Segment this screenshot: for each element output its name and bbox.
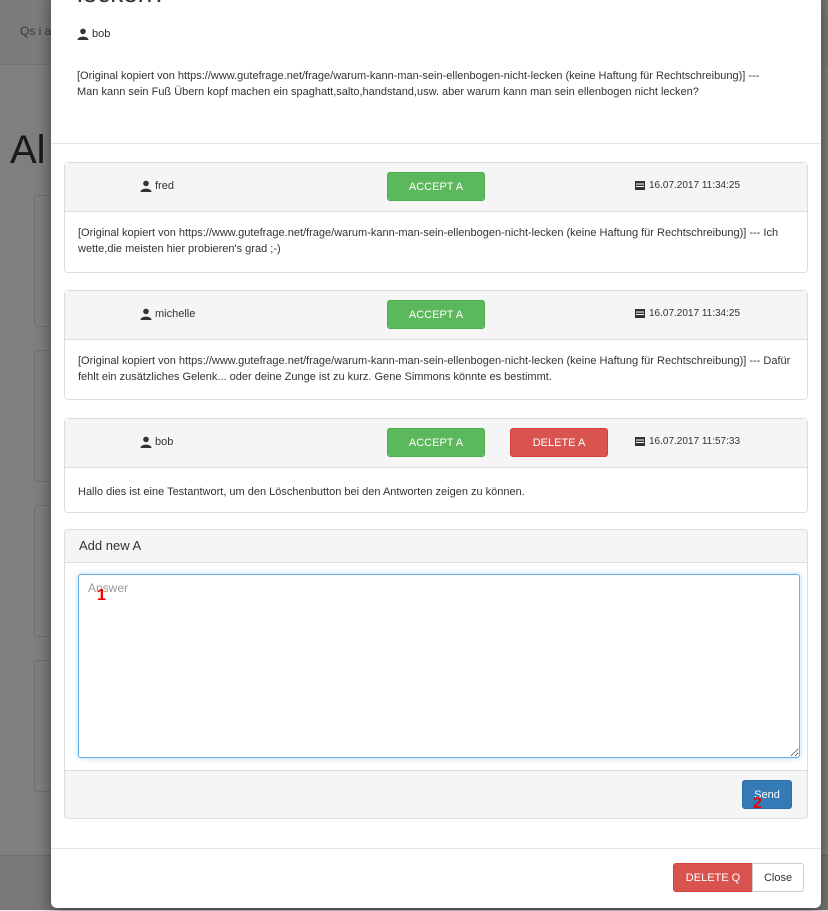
answer-date: 16.07.2017 11:34:25	[635, 180, 740, 191]
answer-header: fred ACCEPT A 16.07.2017 11:34:25	[65, 163, 807, 212]
question-author-name: bob	[92, 28, 111, 40]
modal-footer-divider	[51, 848, 821, 849]
answer-date-text: 16.07.2017 11:34:25	[649, 308, 741, 319]
accept-answer-button[interactable]: ACCEPT A	[387, 172, 485, 201]
annotation-marker-2: 2	[753, 795, 762, 812]
answer-author-name: michelle	[155, 308, 196, 320]
accept-answer-button[interactable]: ACCEPT A	[387, 300, 485, 329]
add-answer-heading: Add new A	[65, 530, 807, 563]
add-answer-footer: Send 2	[65, 770, 807, 818]
modal-divider	[51, 143, 821, 144]
close-button[interactable]: Close	[752, 863, 804, 892]
answer-date-text: 16.07.2017 11:34:25	[649, 180, 741, 191]
answer-date: 16.07.2017 11:57:33	[635, 436, 740, 447]
delete-answer-button[interactable]: DELETE A	[510, 428, 608, 457]
question-modal: lecken? bob [Original kopiert von https:…	[51, 0, 821, 908]
answer-header: michelle ACCEPT A 16.07.2017 11:34:25	[65, 291, 807, 340]
add-answer-panel: Add new A 1 Send 2	[64, 529, 808, 819]
accept-answer-button[interactable]: ACCEPT A	[387, 428, 485, 457]
answer-author: fred	[140, 180, 174, 192]
answer-text: [Original kopiert von https://www.gutefr…	[78, 355, 791, 383]
calendar-icon	[635, 309, 645, 318]
answer-panel: fred ACCEPT A 16.07.2017 11:34:25 [Origi…	[64, 162, 808, 273]
question-text: [Original kopiert von https://www.gutefr…	[77, 70, 760, 98]
question-title: lecken?	[77, 0, 167, 9]
answer-author-name: fred	[155, 180, 174, 192]
answer-date-text: 16.07.2017 11:57:33	[649, 436, 741, 447]
answer-author-name: bob	[155, 436, 174, 448]
calendar-icon	[635, 181, 645, 190]
user-icon	[140, 180, 152, 192]
answer-author: bob	[140, 436, 173, 448]
annotation-marker-1: 1	[97, 587, 106, 604]
answer-text: [Original kopiert von https://www.gutefr…	[78, 227, 779, 255]
answer-header: bob ACCEPT A DELETE A 16.07.2017 11:57:3…	[65, 419, 807, 468]
answer-date: 16.07.2017 11:34:25	[635, 308, 740, 319]
answer-input[interactable]	[78, 574, 800, 758]
user-icon	[77, 28, 89, 40]
question-author: bob	[77, 28, 110, 40]
delete-question-button[interactable]: DELETE Q	[673, 863, 753, 892]
calendar-icon	[635, 437, 645, 446]
user-icon	[140, 308, 152, 320]
answer-panel: bob ACCEPT A DELETE A 16.07.2017 11:57:3…	[64, 418, 808, 513]
answer-text: Hallo dies ist eine Testantwort, um den …	[78, 486, 525, 498]
answer-author: michelle	[140, 308, 195, 320]
answer-panel: michelle ACCEPT A 16.07.2017 11:34:25 [O…	[64, 290, 808, 400]
user-icon	[140, 436, 152, 448]
send-button[interactable]: Send	[742, 780, 792, 809]
